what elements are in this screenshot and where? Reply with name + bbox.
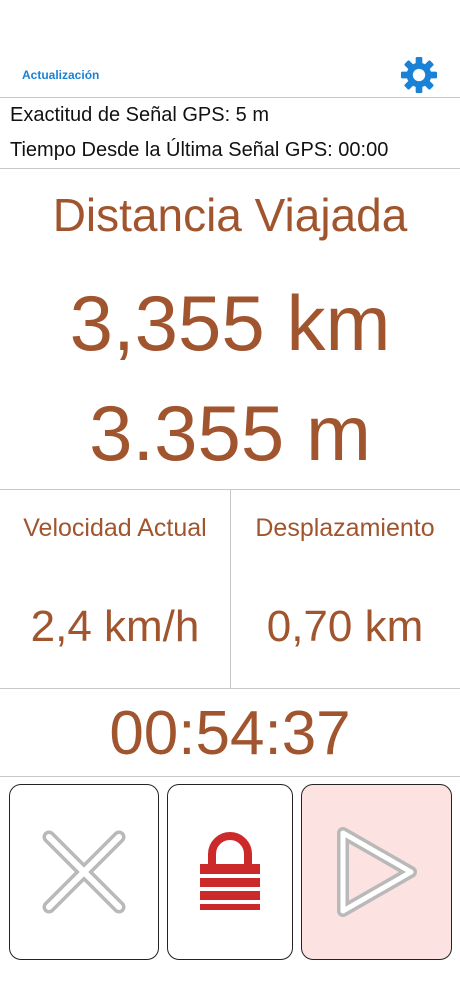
distance-km: 3,355 km [69,279,391,367]
settings-button[interactable] [399,55,439,95]
lock-button[interactable] [167,784,293,960]
divider [0,97,460,98]
navigation-bar: Actualización [0,0,460,97]
displacement-value: 0,70 km [266,602,424,651]
close-icon [42,830,126,914]
distance-m: 3.355 m [89,389,371,477]
speed-label: Velocidad Actual [23,514,207,542]
gear-icon [400,56,438,94]
cancel-button[interactable] [9,784,159,960]
play-icon [336,827,417,917]
lock-icon [200,832,260,910]
speed-value: 2,4 km/h [30,602,200,651]
divider [0,688,460,689]
update-button[interactable]: Actualización [22,68,99,82]
distance-title: Distancia Viajada [52,189,408,241]
gps-last-signal: Tiempo Desde la Última Señal GPS: 00:00 [10,139,389,161]
displacement-label: Desplazamiento [255,514,435,542]
elapsed-timer: 00:54:37 [109,699,351,768]
play-button[interactable] [301,784,452,960]
tracker-screen: Actualización Exactitud de Señal GPS: 5 [0,0,460,996]
divider [0,776,460,777]
divider [0,168,460,169]
gps-accuracy: Exactitud de Señal GPS: 5 m [10,104,270,126]
